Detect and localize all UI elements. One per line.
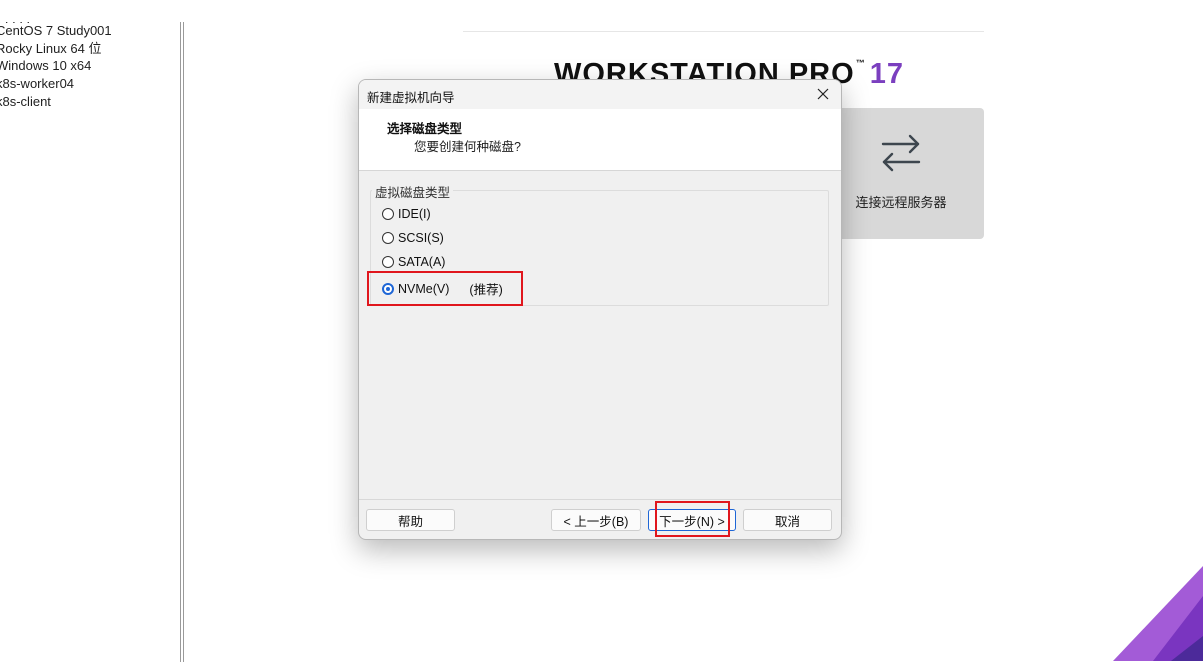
cancel-button[interactable]: 取消 [743,509,832,531]
home-divider [463,31,984,32]
vm-item-k8s-client[interactable]: k8s-client [0,93,176,111]
next-highlight-box [655,501,730,537]
step-heading: 选择磁盘类型 [387,122,463,136]
option-sata[interactable]: SATA(A) [382,255,445,269]
vm-item-windows10[interactable]: Windows 10 x64 [0,57,176,75]
new-vm-wizard-dialog: 新建虚拟机向导 选择磁盘类型 您要创建何种磁盘? 虚拟磁盘类型 IDE(I) S… [358,79,842,540]
option-ide[interactable]: IDE(I) [382,207,431,221]
group-title: 虚拟磁盘类型 [372,182,454,201]
radio-ide[interactable] [382,208,394,220]
vm-item-rocky[interactable]: Rocky Linux 64 位 [0,40,176,58]
footer-divider [359,499,841,500]
panel-splitter[interactable] [180,22,184,662]
radio-sata[interactable] [382,256,394,268]
vm-item-k8s-worker04[interactable]: k8s-worker04 [0,75,176,93]
tile-label: 连接远程服务器 [855,195,947,210]
vm-item-cut[interactable]: ????? [0,22,32,28]
vm-library-list: ????? CentOS 7 Study001 Rocky Linux 64 位… [0,22,176,111]
wizard-header: 选择磁盘类型 您要创建何种磁盘? [359,109,841,171]
help-button[interactable]: 帮助 [366,509,455,531]
dialog-titlebar[interactable]: 新建虚拟机向导 [359,80,841,109]
option-label: SATA(A) [398,255,446,269]
radio-scsi[interactable] [382,232,394,244]
close-button[interactable] [811,83,835,105]
dialog-title: 新建虚拟机向导 [367,91,455,105]
back-button[interactable]: < 上一步(B) [551,509,641,531]
close-icon [817,88,829,100]
corner-decoration [1113,566,1203,661]
step-subheading: 您要创建何种磁盘? [414,140,521,154]
swap-arrows-icon [880,132,922,174]
nvme-highlight-box [367,271,523,306]
option-label: SCSI(S) [398,231,444,245]
option-label: IDE(I) [398,207,431,221]
trademark-mark: ™ [855,58,866,68]
option-scsi[interactable]: SCSI(S) [382,231,444,245]
connect-remote-server-tile[interactable]: 连接远程服务器 [818,108,984,239]
brand-version: 17 [869,58,904,90]
